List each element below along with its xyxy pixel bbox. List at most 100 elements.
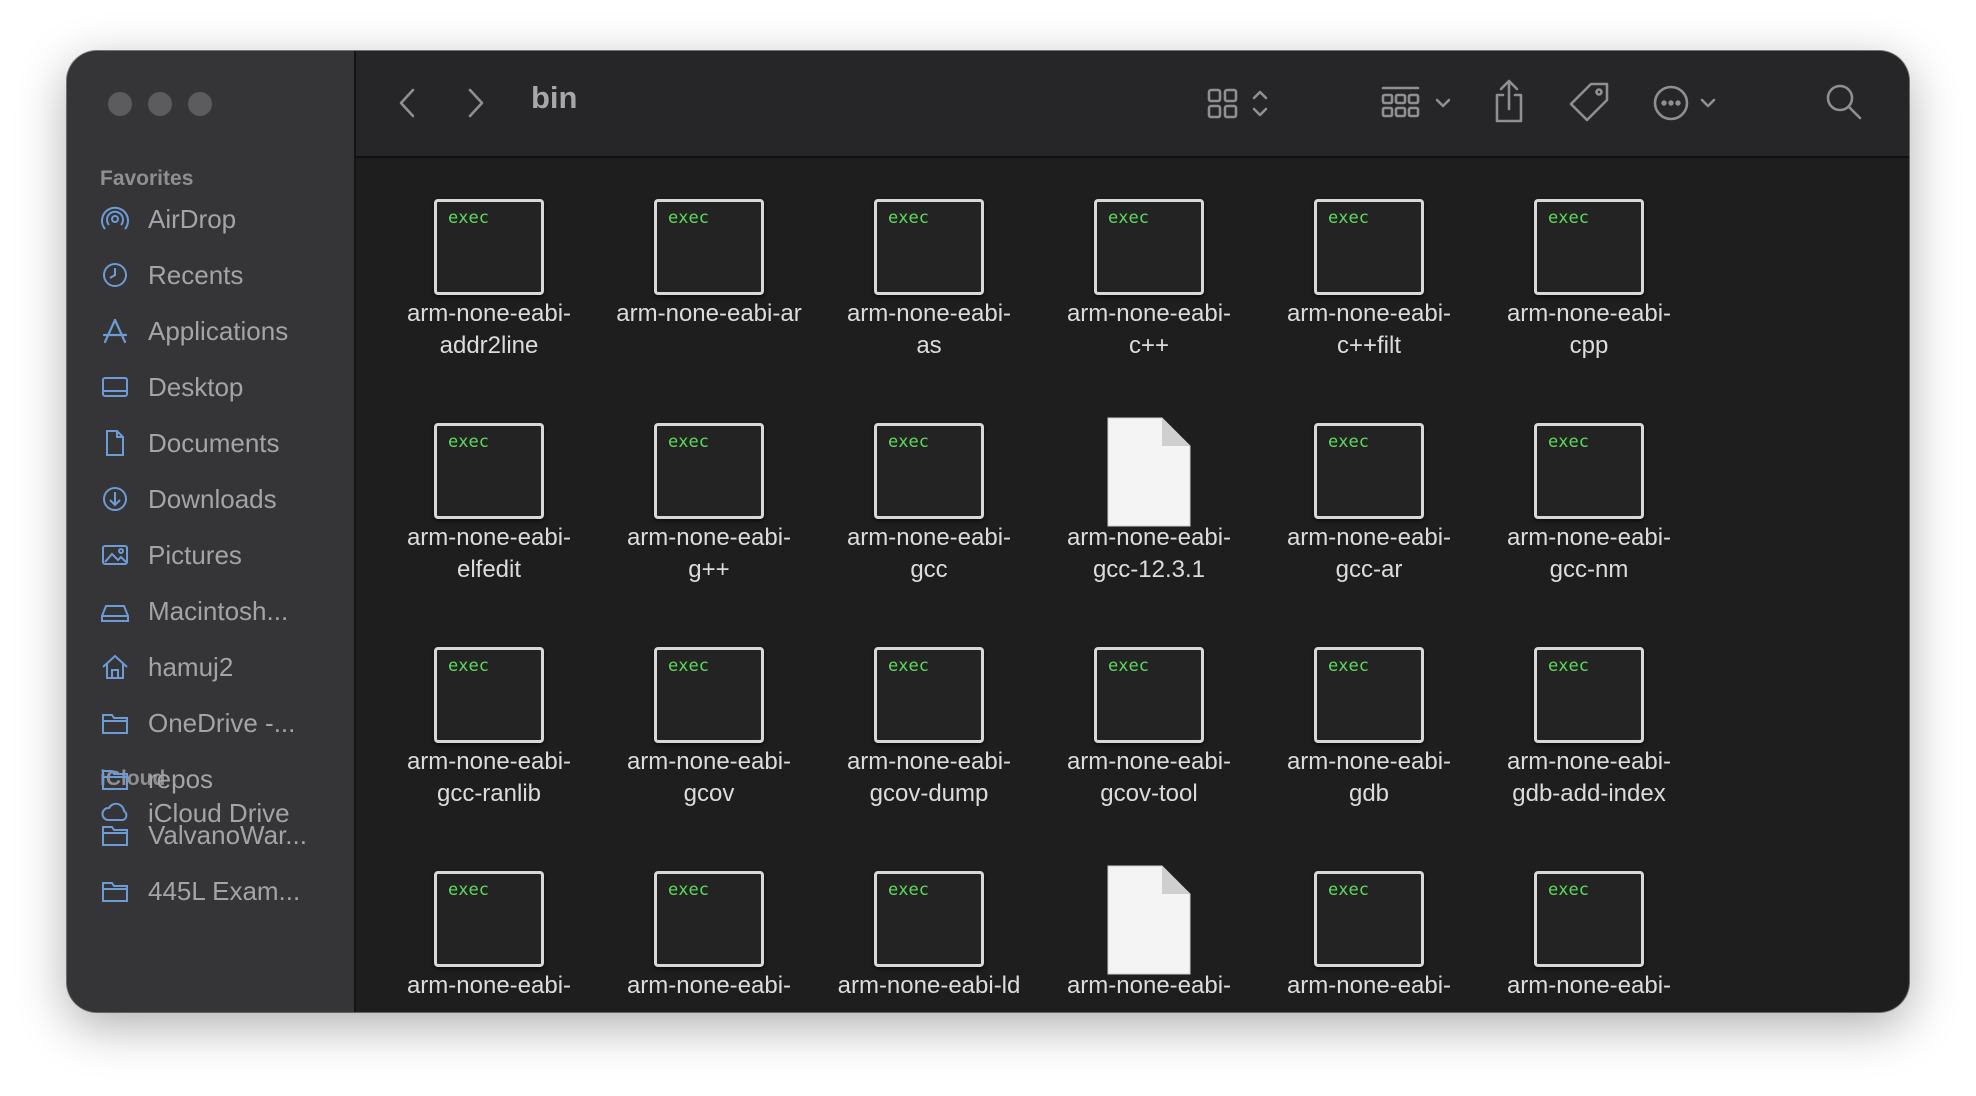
file-item[interactable]: exec arm-none-eabi- c++filt <box>1264 158 1474 378</box>
file-name: arm-none-eabi-ld <box>837 972 1021 999</box>
file-item[interactable]: exec arm-none-eabi- as <box>824 158 1034 378</box>
exec-badge: exec <box>1548 880 1589 900</box>
file-name: arm-none-eabi- addr2line <box>406 300 572 359</box>
sidebar-item-445l-exam[interactable]: 445L Exam... <box>100 869 345 913</box>
file-item[interactable]: exec arm-none-eabi- gcc-ar <box>1264 382 1474 602</box>
tag-icon <box>1569 82 1609 122</box>
document-icon <box>1107 417 1191 527</box>
exec-badge: exec <box>1108 656 1149 676</box>
terminal-exec-icon: exec <box>874 647 984 743</box>
close-window-button[interactable] <box>108 92 132 116</box>
more-actions-button[interactable] <box>1651 81 1723 125</box>
terminal-exec-icon: exec <box>434 647 544 743</box>
sidebar-item-recents[interactable]: Recents <box>100 253 345 297</box>
airdrop-icon <box>100 204 130 234</box>
sidebar-item-applications[interactable]: Applications <box>100 309 345 353</box>
exec-badge: exec <box>1108 208 1149 228</box>
file-item[interactable]: exec arm-none-eabi- <box>384 830 594 1012</box>
sidebar-item-label: Pictures <box>148 539 242 570</box>
sidebar-item-onedrive[interactable]: OneDrive -... <box>100 701 345 745</box>
terminal-exec-icon: exec <box>1094 199 1204 295</box>
file-name: arm-none-eabi- gcov-tool <box>1066 748 1232 807</box>
sidebar-item-label: 445L Exam... <box>148 875 301 906</box>
exec-badge: exec <box>1328 208 1369 228</box>
sidebar-item-pictures[interactable]: Pictures <box>100 533 345 577</box>
file-item[interactable]: exec arm-none-eabi- c++ <box>1044 158 1254 378</box>
file-item[interactable]: exec arm-none-eabi- gcc-ranlib <box>384 606 594 826</box>
file-grid: exec arm-none-eabi- addr2line exec arm-none… <box>356 158 1909 1012</box>
sidebar-item-documents[interactable]: Documents <box>100 421 345 465</box>
file-item[interactable]: exec arm-none-eabi- <box>1264 830 1474 1012</box>
file-name: arm-none-eabi- as <box>846 300 1012 359</box>
file-item[interactable]: exec arm-none-eabi- <box>604 830 814 1012</box>
file-item[interactable]: exec arm-none-eabi- elfedit <box>384 382 594 602</box>
file-item[interactable]: exec arm-none-eabi- gcov <box>604 606 814 826</box>
sidebar-item-label: Recents <box>148 259 244 290</box>
file-item[interactable]: exec arm-none-eabi- gdb <box>1264 606 1474 826</box>
file-name: arm-none-eabi- c++filt <box>1286 300 1452 359</box>
file-name: arm-none-eabi- gcov-dump <box>846 748 1012 807</box>
minimize-window-button[interactable] <box>148 92 172 116</box>
home-icon <box>100 652 130 682</box>
exec-badge: exec <box>888 656 929 676</box>
terminal-exec-icon: exec <box>654 647 764 743</box>
file-item[interactable]: arm-none-eabi- <box>1044 830 1254 1012</box>
group-by-button[interactable] <box>1380 81 1456 125</box>
zoom-window-button[interactable] <box>188 92 212 116</box>
file-name: arm-none-eabi- elfedit <box>406 524 572 583</box>
file-item[interactable]: exec arm-none-eabi-ar <box>604 158 814 378</box>
tag-button[interactable] <box>1566 79 1612 125</box>
file-name: arm-none-eabi- gcc-ar <box>1286 524 1452 583</box>
terminal-exec-icon: exec <box>874 199 984 295</box>
exec-badge: exec <box>1548 208 1589 228</box>
sidebar-item-macintosh[interactable]: Macintosh... <box>100 589 345 633</box>
exec-badge: exec <box>668 880 709 900</box>
share-button[interactable] <box>1489 77 1529 127</box>
sidebar-item-icloud-drive[interactable]: iCloud Drive <box>100 791 345 835</box>
file-item[interactable]: exec arm-none-eabi- gcov-tool <box>1044 606 1254 826</box>
exec-badge: exec <box>448 656 489 676</box>
sidebar-item-label: OneDrive -... <box>148 707 296 738</box>
file-item[interactable]: exec arm-none-eabi- gcov-dump <box>824 606 1034 826</box>
file-item[interactable]: exec arm-none-eabi- gcc-nm <box>1484 382 1694 602</box>
terminal-exec-icon: exec <box>654 871 764 967</box>
file-name: arm-none-eabi- c++ <box>1066 300 1232 359</box>
exec-badge: exec <box>888 880 929 900</box>
exec-badge: exec <box>448 880 489 900</box>
file-name: arm-none-eabi- cpp <box>1506 300 1672 359</box>
sidebar-item-label: iCloud Drive <box>148 797 290 828</box>
terminal-exec-icon: exec <box>1534 423 1644 519</box>
exec-badge: exec <box>1328 432 1369 452</box>
sidebar-item-label: Macintosh... <box>148 595 289 626</box>
file-item[interactable]: exec arm-none-eabi- <box>1484 830 1694 1012</box>
file-item[interactable]: exec arm-none-eabi-ld <box>824 830 1034 1012</box>
file-item[interactable]: exec arm-none-eabi- cpp <box>1484 158 1694 378</box>
terminal-exec-icon: exec <box>1534 871 1644 967</box>
clock-icon <box>100 260 130 290</box>
file-item[interactable]: arm-none-eabi- gcc-12.3.1 <box>1044 382 1254 602</box>
sidebar-item-hamuj2[interactable]: hamuj2 <box>100 645 345 689</box>
finder-window: Favorites iCloud AirDrop Recents Applicati… <box>67 51 1909 1012</box>
file-name: arm-none-eabi- gdb <box>1286 748 1452 807</box>
forward-button[interactable] <box>461 81 491 125</box>
file-name: arm-none-eabi- g++ <box>626 524 792 583</box>
terminal-exec-icon: exec <box>1534 647 1644 743</box>
folder-icon <box>100 876 130 906</box>
search-icon <box>1826 84 1862 120</box>
file-name: arm-none-eabi- gcov <box>626 748 792 807</box>
document-icon <box>1107 865 1191 975</box>
file-item[interactable]: exec arm-none-eabi- addr2line <box>384 158 594 378</box>
file-name: arm-none-eabi- <box>626 972 792 999</box>
exec-badge: exec <box>1548 656 1589 676</box>
back-button[interactable] <box>392 81 422 125</box>
sidebar-item-airdrop[interactable]: AirDrop <box>100 197 345 241</box>
file-item[interactable]: exec arm-none-eabi- gcc <box>824 382 1034 602</box>
terminal-exec-icon: exec <box>654 199 764 295</box>
sidebar-item-desktop[interactable]: Desktop <box>100 365 345 409</box>
view-mode-button[interactable] <box>1206 81 1278 125</box>
search-button[interactable] <box>1822 79 1866 125</box>
file-item[interactable]: exec arm-none-eabi- gdb-add-index <box>1484 606 1694 826</box>
sidebar-item-downloads[interactable]: Downloads <box>100 477 345 521</box>
terminal-exec-icon: exec <box>1094 647 1204 743</box>
file-item[interactable]: exec arm-none-eabi- g++ <box>604 382 814 602</box>
